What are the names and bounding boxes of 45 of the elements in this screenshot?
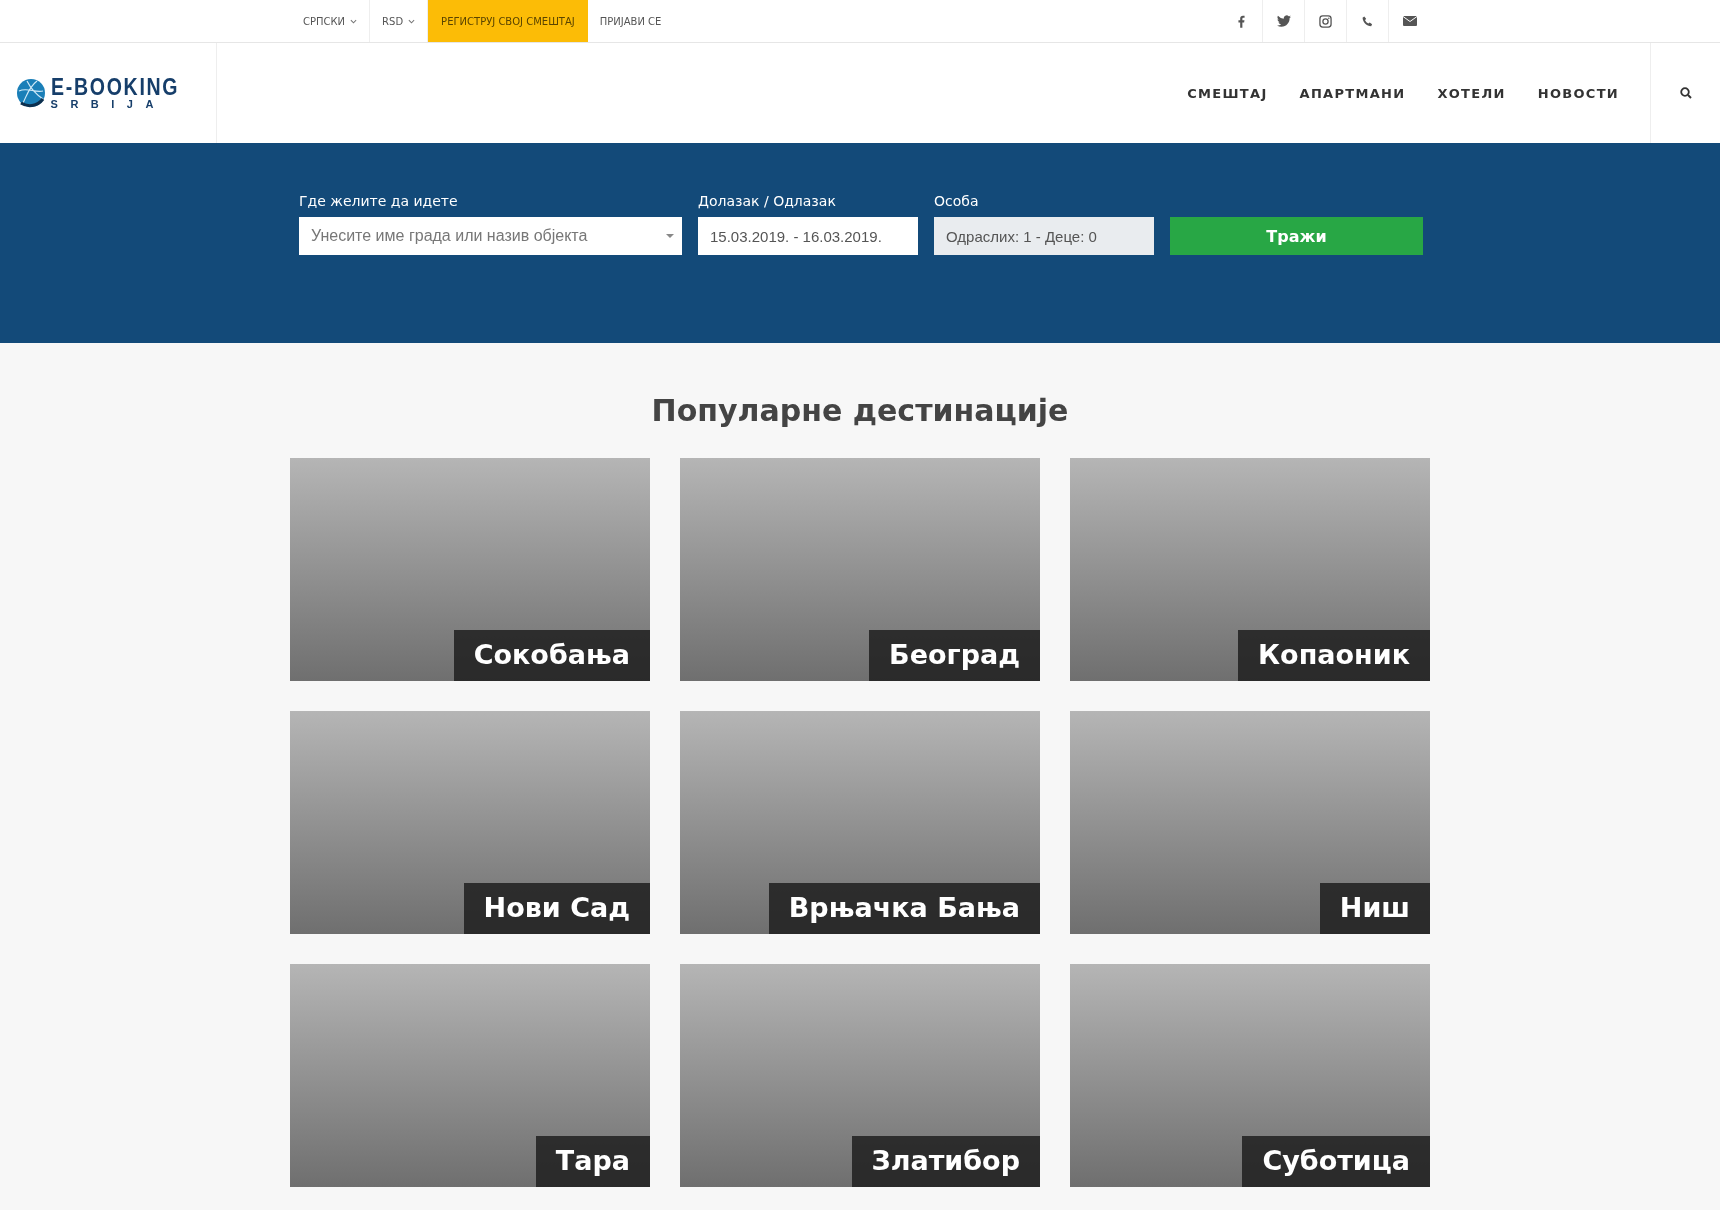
destination-card[interactable]: Копаоник xyxy=(1070,458,1430,681)
nav-link[interactable]: НОВОСТИ xyxy=(1537,85,1619,101)
top-link[interactable]: ПРИЈАВИ СЕ xyxy=(587,0,674,42)
destination-name: Београд xyxy=(869,630,1040,681)
destination-name: Златибор xyxy=(851,1136,1040,1187)
field-label: Долазак / Одлазак xyxy=(698,193,837,209)
field-label: Где желите да идете xyxy=(299,193,459,209)
facebook-icon[interactable] xyxy=(1238,14,1245,28)
chevron-icon xyxy=(408,18,416,24)
logo-subtitle: SRBIJA xyxy=(50,98,167,110)
field-label: Особа xyxy=(934,193,980,209)
phone-icon[interactable] xyxy=(1362,15,1373,27)
destination-name: Копаоник xyxy=(1238,630,1430,681)
logo-title: E-BOOKING xyxy=(50,76,179,98)
twitter-icon[interactable] xyxy=(1276,15,1291,27)
destination-name: Сокобања xyxy=(453,630,650,681)
destination-name: Врњачка Бања xyxy=(768,883,1040,934)
destination-select[interactable]: Унесите име града или назив објекта xyxy=(299,217,682,255)
destination-card[interactable]: Нови Сад xyxy=(290,711,650,934)
site-logo[interactable]: E-BOOKING SRBIJA xyxy=(14,76,202,110)
instagram-icon[interactable] xyxy=(1319,14,1332,28)
globe-icon xyxy=(14,77,47,109)
destination-card[interactable]: Врњачка Бања xyxy=(680,711,1040,934)
destination-card[interactable]: Београд xyxy=(680,458,1040,681)
envelope-icon[interactable] xyxy=(1402,16,1417,26)
nav-link[interactable]: АПАРТМАНИ xyxy=(1299,85,1406,101)
destination-card[interactable]: Ниш xyxy=(1070,711,1430,934)
nav-link[interactable]: СМЕШТАЈ xyxy=(1187,85,1268,101)
destination-card[interactable]: Суботица xyxy=(1070,964,1430,1187)
search-icon[interactable] xyxy=(1679,87,1692,99)
dropdown-button[interactable]: СРПСКИ xyxy=(291,0,371,42)
destination-card[interactable]: Сокобања xyxy=(290,458,650,681)
destination-name: Суботица xyxy=(1242,1136,1430,1187)
destination-card[interactable]: Златибор xyxy=(680,964,1040,1187)
destination-name: Тара xyxy=(535,1136,650,1187)
section-title: Популарне дестинације xyxy=(650,393,1070,428)
destination-name: Нови Сад xyxy=(463,883,650,934)
guests-field[interactable]: Одраслих: 1 - Деце: 0 xyxy=(934,217,1154,255)
top-link[interactable]: РЕГИСТРУЈ СВОЈ СМЕШТАЈ xyxy=(428,0,588,42)
nav-link[interactable]: ХОТЕЛИ xyxy=(1437,85,1506,101)
chevron-icon xyxy=(350,18,358,24)
date-range-field[interactable]: 15.03.2019. - 16.03.2019. xyxy=(698,217,918,255)
destination-card[interactable]: Тара xyxy=(290,964,650,1187)
destination-name: Ниш xyxy=(1319,883,1430,934)
dropdown-arrow-icon xyxy=(666,234,674,238)
